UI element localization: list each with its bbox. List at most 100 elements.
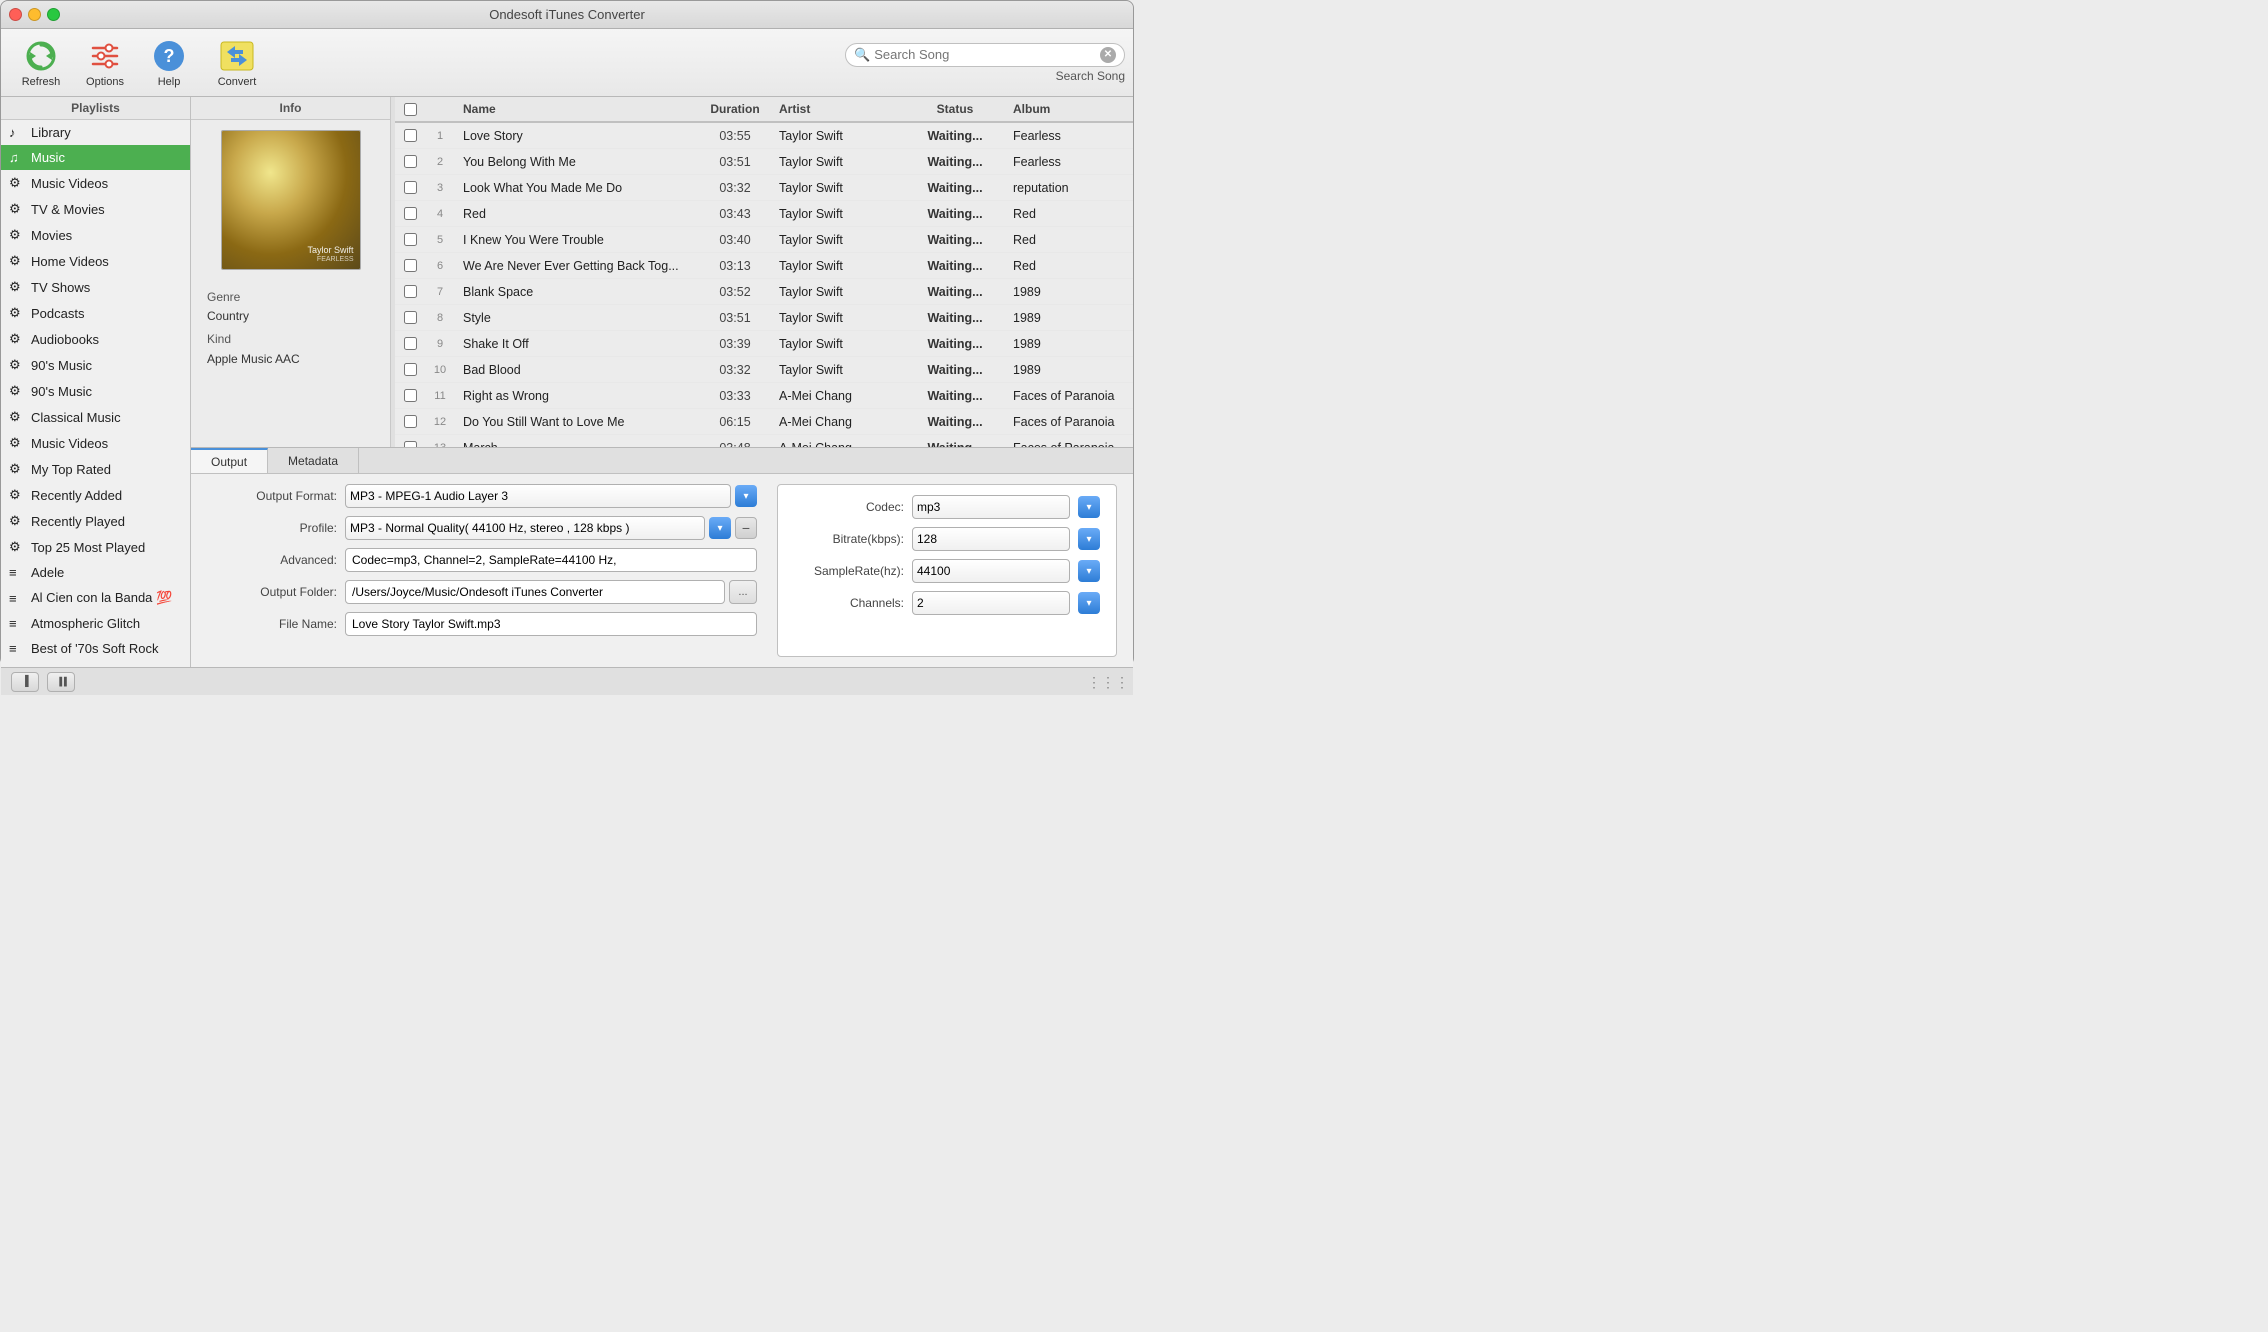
row-checkbox[interactable] <box>404 129 417 142</box>
select-all-checkbox[interactable] <box>404 103 417 116</box>
row-num: 3 <box>425 182 455 194</box>
help-button[interactable]: ? Help <box>137 33 201 93</box>
row-checkbox-wrap[interactable] <box>395 129 425 142</box>
row-duration: 03:55 <box>695 129 775 143</box>
table-row[interactable]: 4 Red 03:43 Taylor Swift Waiting... Red <box>395 201 1133 227</box>
sidebar-item-recently-added[interactable]: ⚙Recently Added <box>1 482 190 508</box>
row-checkbox[interactable] <box>404 181 417 194</box>
sidebar-item-90s-music[interactable]: ⚙90's Music <box>1 352 190 378</box>
codec-arrow[interactable]: ▾ <box>1078 496 1100 518</box>
play-button[interactable]: ▐ <box>11 672 39 692</box>
row-checkbox-wrap[interactable] <box>395 155 425 168</box>
sidebar-item-home-videos[interactable]: ⚙Home Videos <box>1 248 190 274</box>
sidebar-item-classical[interactable]: ⚙Classical Music <box>1 404 190 430</box>
sidebar-item-music-videos[interactable]: ⚙Music Videos <box>1 170 190 196</box>
row-checkbox[interactable] <box>404 155 417 168</box>
sidebar-item-atmospheric-glitch[interactable]: ≡Atmospheric Glitch <box>1 611 190 636</box>
browse-button[interactable]: ... <box>729 580 757 604</box>
sidebar-item-adele[interactable]: ≡Adele <box>1 560 190 585</box>
table-row[interactable]: 1 Love Story 03:55 Taylor Swift Waiting.… <box>395 123 1133 149</box>
bitrate-select[interactable]: 128 <box>912 527 1070 551</box>
row-checkbox[interactable] <box>404 389 417 402</box>
profile-arrow[interactable]: ▾ <box>709 517 731 539</box>
channels-select[interactable]: 2 <box>912 591 1070 615</box>
output-format-select[interactable]: MP3 - MPEG-1 Audio Layer 3 <box>345 484 731 508</box>
output-format-arrow[interactable]: ▾ <box>735 485 757 507</box>
table-row[interactable]: 13 March 03:48 A-Mei Chang Waiting... Fa… <box>395 435 1133 447</box>
row-checkbox-wrap[interactable] <box>395 415 425 428</box>
row-checkbox[interactable] <box>404 233 417 246</box>
sidebar-item-music-videos-2[interactable]: ⚙Music Videos <box>1 430 190 456</box>
file-name-input[interactable] <box>345 612 757 636</box>
channels-label: Channels: <box>794 596 904 610</box>
row-status: Waiting... <box>905 181 1005 195</box>
output-folder-input[interactable] <box>345 580 725 604</box>
maximize-button[interactable] <box>47 8 60 21</box>
row-checkbox-wrap[interactable] <box>395 285 425 298</box>
table-row[interactable]: 12 Do You Still Want to Love Me 06:15 A-… <box>395 409 1133 435</box>
sidebar-item-library[interactable]: ♪Library <box>1 120 190 145</box>
profile-minus[interactable]: − <box>735 517 757 539</box>
sidebar-label-audiobooks: Audiobooks <box>31 332 99 347</box>
close-button[interactable] <box>9 8 22 21</box>
tab-metadata[interactable]: Metadata <box>268 448 359 473</box>
codec-select[interactable]: mp3 <box>912 495 1070 519</box>
sidebar-item-al-cien[interactable]: ≡Al Cien con la Banda 💯 <box>1 585 190 611</box>
table-row[interactable]: 7 Blank Space 03:52 Taylor Swift Waiting… <box>395 279 1133 305</box>
convert-button[interactable]: Convert <box>201 33 273 93</box>
table-row[interactable]: 3 Look What You Made Me Do 03:32 Taylor … <box>395 175 1133 201</box>
row-checkbox-wrap[interactable] <box>395 337 425 350</box>
channels-arrow[interactable]: ▾ <box>1078 592 1100 614</box>
search-clear-button[interactable]: ✕ <box>1100 47 1116 63</box>
table-row[interactable]: 6 We Are Never Ever Getting Back Tog... … <box>395 253 1133 279</box>
pause-button[interactable]: ▐▐ <box>47 672 75 692</box>
row-num: 1 <box>425 130 455 142</box>
row-checkbox[interactable] <box>404 363 417 376</box>
sidebar-item-movies[interactable]: ⚙Movies <box>1 222 190 248</box>
sidebar-item-podcasts[interactable]: ⚙Podcasts <box>1 300 190 326</box>
table-row[interactable]: 2 You Belong With Me 03:51 Taylor Swift … <box>395 149 1133 175</box>
tab-output[interactable]: Output <box>191 448 268 473</box>
convert-icon <box>219 38 255 74</box>
search-bar[interactable]: 🔍 ✕ <box>845 43 1125 67</box>
row-checkbox[interactable] <box>404 207 417 220</box>
row-checkbox[interactable] <box>404 259 417 272</box>
sidebar-item-music[interactable]: ♫Music <box>1 145 190 170</box>
row-checkbox[interactable] <box>404 311 417 324</box>
table-row[interactable]: 5 I Knew You Were Trouble 03:40 Taylor S… <box>395 227 1133 253</box>
bitrate-arrow[interactable]: ▾ <box>1078 528 1100 550</box>
samplerate-select[interactable]: 44100 <box>912 559 1070 583</box>
sidebar-item-tv-movies[interactable]: ⚙TV & Movies <box>1 196 190 222</box>
advanced-input[interactable] <box>345 548 757 572</box>
row-checkbox-wrap[interactable] <box>395 311 425 324</box>
sidebar-item-top-25[interactable]: ⚙Top 25 Most Played <box>1 534 190 560</box>
search-input[interactable] <box>874 47 1096 62</box>
sidebar-item-my-top-rated[interactable]: ⚙My Top Rated <box>1 456 190 482</box>
minimize-button[interactable] <box>28 8 41 21</box>
row-checkbox-wrap[interactable] <box>395 181 425 194</box>
row-checkbox[interactable] <box>404 337 417 350</box>
sidebar-icon-library: ♪ <box>9 125 25 140</box>
profile-select[interactable]: MP3 - Normal Quality( 44100 Hz, stereo ,… <box>345 516 705 540</box>
row-checkbox-wrap[interactable] <box>395 389 425 402</box>
sidebar-item-audiobooks[interactable]: ⚙Audiobooks <box>1 326 190 352</box>
row-checkbox[interactable] <box>404 285 417 298</box>
row-duration: 06:15 <box>695 415 775 429</box>
row-checkbox-wrap[interactable] <box>395 233 425 246</box>
row-checkbox-wrap[interactable] <box>395 207 425 220</box>
refresh-button[interactable]: Refresh <box>9 33 73 93</box>
table-row[interactable]: 8 Style 03:51 Taylor Swift Waiting... 19… <box>395 305 1133 331</box>
options-button[interactable]: Options <box>73 33 137 93</box>
sidebar-icon-al-cien: ≡ <box>9 591 25 606</box>
row-checkbox-wrap[interactable] <box>395 363 425 376</box>
table-row[interactable]: 9 Shake It Off 03:39 Taylor Swift Waitin… <box>395 331 1133 357</box>
sidebar-item-tv-shows[interactable]: ⚙TV Shows <box>1 274 190 300</box>
table-row[interactable]: 10 Bad Blood 03:32 Taylor Swift Waiting.… <box>395 357 1133 383</box>
row-checkbox-wrap[interactable] <box>395 259 425 272</box>
row-checkbox[interactable] <box>404 415 417 428</box>
sidebar-item-90s-music-2[interactable]: ⚙90's Music <box>1 378 190 404</box>
sidebar-item-recently-played[interactable]: ⚙Recently Played <box>1 508 190 534</box>
samplerate-arrow[interactable]: ▾ <box>1078 560 1100 582</box>
sidebar-item-best-70s[interactable]: ≡Best of '70s Soft Rock <box>1 636 190 661</box>
table-row[interactable]: 11 Right as Wrong 03:33 A-Mei Chang Wait… <box>395 383 1133 409</box>
